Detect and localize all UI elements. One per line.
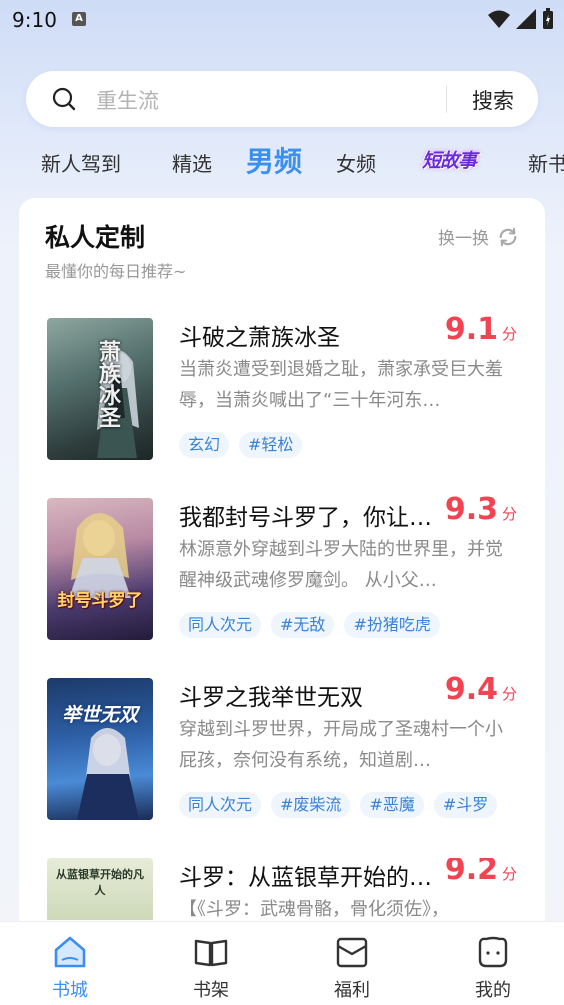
book-tag[interactable]: 同人次元 [179,792,262,818]
nav-profile[interactable]: 我的 [443,922,543,1005]
status-icons [488,8,554,30]
nav-label: 福利 [334,980,370,1001]
book-tag[interactable]: #斗罗 [433,792,498,818]
book-icon [194,939,228,967]
status-bar: 9:10 A [0,0,564,40]
refresh-icon [499,227,517,246]
book-tag[interactable]: #无敌 [271,612,335,638]
home-icon [54,936,86,968]
book-tag[interactable]: #轻松 [239,432,303,458]
tab-featured[interactable]: 精选 [172,148,212,177]
tab-short-story[interactable]: 短故事 [422,146,477,173]
status-time: 9:10 [12,8,57,32]
score-value: 9.1 [444,312,498,347]
bottom-nav: 书城 书架 福利 我的 [0,921,564,1005]
book-item[interactable]: 从蓝银草开始的凡人 斗罗：从蓝银草开始的… 9.2 分 【《斗罗：武魂骨骼，骨化须… [47,858,519,920]
category-tabs: 新人驾到 精选 男频 女频 短故事 新书 [0,140,564,184]
refresh-button[interactable]: 换一换 [438,224,519,249]
cover-title-3: 举世无双 [61,704,138,726]
score-value: 9.3 [444,492,498,527]
book-cover[interactable]: 萧族冰圣 [47,318,153,460]
book-score: 9.1 分 [445,312,517,347]
search-placeholder[interactable]: 重生流 [96,85,159,115]
wifi-icon [488,10,510,28]
book-score: 9.2 分 [445,858,517,887]
search-button[interactable]: 搜索 [472,85,514,115]
score-value: 9.4 [444,672,498,707]
book-item[interactable]: 萧族冰圣 斗破之萧族冰圣 9.1 分 当萧炎遭受到退婚之耻，萧家承受巨大羞辱，当萧… [47,312,519,464]
book-description: 当萧炎遭受到退婚之耻，萧家承受巨大羞辱，当萧炎喊出了“三十年河东… [179,359,503,411]
book-item[interactable]: 封号斗罗了 我都封号斗罗了，你让… 9.3 分 林源意外穿越到斗罗大陆的世界里，并… [47,492,519,644]
nav-label: 书架 [193,980,229,1001]
nav-label: 书城 [52,980,88,1001]
cover-title-4: 从蓝银草开始的凡人 [56,868,144,897]
score-unit: 分 [501,505,517,523]
signal-icon [516,9,536,29]
book-tag[interactable]: #恶魔 [360,792,424,818]
book-tag[interactable]: 同人次元 [179,612,262,638]
book-tags: 同人次元 #废柴流 #恶魔 #斗罗 [179,792,498,818]
refresh-label: 换一换 [438,229,489,249]
book-score: 9.4 分 [445,672,517,707]
book-tag[interactable]: #废柴流 [271,792,351,818]
section-subtitle: 最懂你的每日推荐~ [45,262,187,281]
nav-welfare[interactable]: 福利 [302,922,402,1005]
nav-bookstore[interactable]: 书城 [20,922,120,1005]
nav-bookshelf[interactable]: 书架 [161,922,261,1005]
book-cover[interactable]: 从蓝银草开始的凡人 [47,858,153,920]
book-description: 【《斗罗：武魂骨骼，骨化须佐》， [179,899,449,920]
book-tag[interactable]: 玄幻 [179,432,230,458]
tab-new-books[interactable]: 新书 [528,148,564,177]
gift-icon [336,937,368,968]
score-unit: 分 [501,325,517,343]
book-title[interactable]: 斗破之萧族冰圣 [179,318,439,352]
book-title[interactable]: 斗罗之我举世无双 [179,678,439,712]
cover-title-2: 封号斗罗了 [57,591,143,611]
search-icon [52,87,76,111]
tab-newcomer[interactable]: 新人驾到 [41,148,121,177]
book-description: 林源意外穿越到斗罗大陆的世界里，并觉醒神级武魂修罗魔剑。 从小父… [179,539,503,591]
book-cover[interactable]: 封号斗罗了 [47,498,153,640]
book-tag[interactable]: #扮猪吃虎 [344,612,440,638]
score-unit: 分 [501,685,517,703]
book-cover[interactable]: 举世无双 [47,678,153,820]
book-title[interactable]: 斗罗：从蓝银草开始的… [179,858,439,892]
book-tags: 同人次元 #无敌 #扮猪吃虎 [179,612,440,638]
book-tags: 玄幻 #轻松 [179,432,303,458]
score-value: 9.2 [444,858,498,887]
search-bar[interactable]: 重生流 搜索 [26,71,538,127]
score-unit: 分 [501,865,517,883]
book-item[interactable]: 举世无双 斗罗之我举世无双 9.4 分 穿越到斗罗世界，开局成了圣魂村一个小屁孩，… [47,672,519,824]
profile-icon [478,936,508,968]
battery-icon [543,8,553,29]
notification-badge: A [72,12,86,26]
nav-label: 我的 [475,980,511,1001]
cover-art-2 [69,513,131,598]
cover-title-1: 萧族冰圣 [95,340,120,428]
recommendation-card: 私人定制 最懂你的每日推荐~ 换一换 萧族冰圣 斗破之萧族冰圣 9.1 分 当萧炎… [19,198,545,958]
book-title[interactable]: 我都封号斗罗了，你让… [179,498,439,532]
book-description: 穿越到斗罗世界，开局成了圣魂村一个小屁孩，奈何没有系统，知道剧… [179,719,503,771]
tab-female[interactable]: 女频 [336,148,376,177]
search-divider [446,85,447,113]
tab-male[interactable]: 男频 [246,140,302,180]
section-title: 私人定制 [45,223,146,252]
book-score: 9.3 分 [445,492,517,527]
